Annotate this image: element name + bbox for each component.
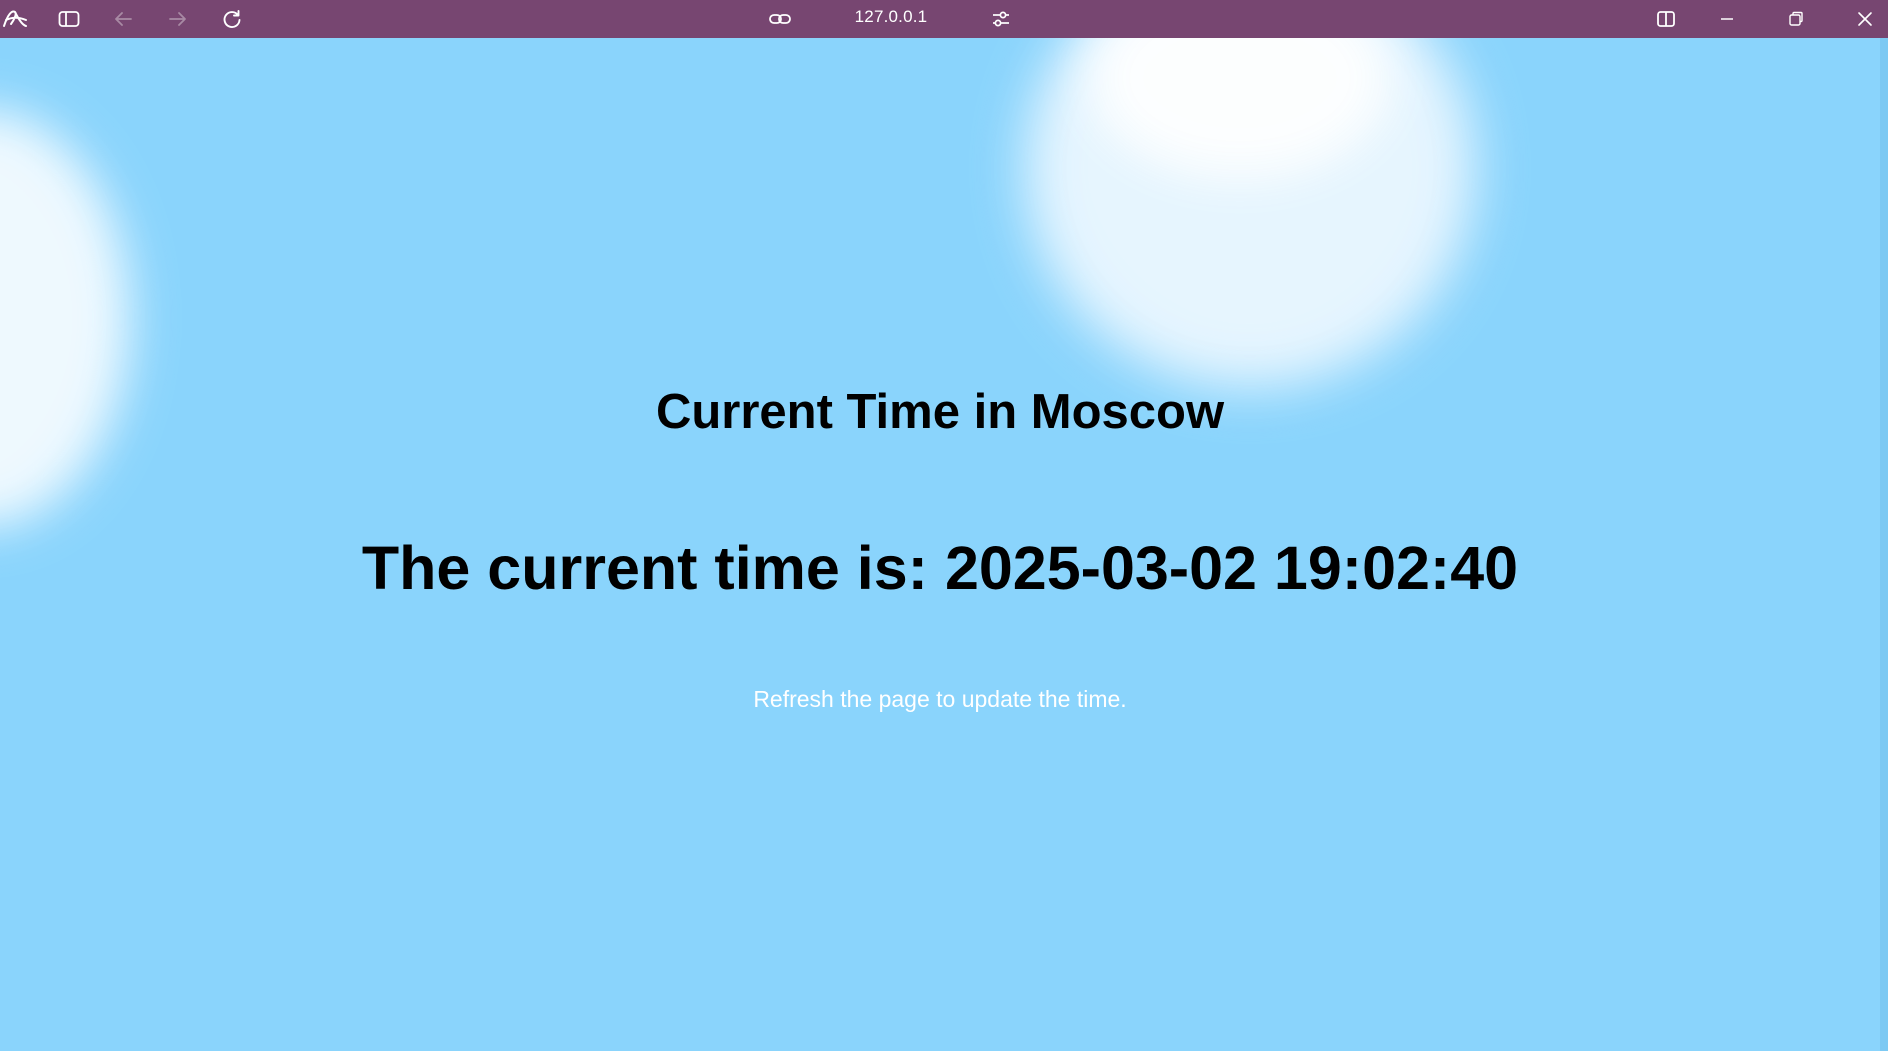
page-content: Current Time in Moscow The current time … [0, 38, 1880, 1051]
sidebar-toggle-icon[interactable] [54, 0, 84, 38]
address-bar[interactable]: 127.0.0.1 [820, 0, 962, 34]
restore-icon[interactable] [1781, 0, 1811, 38]
current-time-line: The current time is: 2025-03-02 19:02:40 [0, 538, 1880, 599]
close-icon[interactable] [1850, 0, 1880, 38]
time-label: The current time is: [361, 534, 928, 602]
sliders-icon[interactable] [986, 0, 1016, 38]
arrow-right-icon[interactable] [163, 0, 193, 38]
browser-titlebar: 127.0.0.1 [0, 0, 1888, 38]
minimize-icon[interactable] [1712, 0, 1742, 38]
arc-logo-icon[interactable] [0, 0, 30, 38]
arrow-left-icon[interactable] [108, 0, 138, 38]
link-icon[interactable] [765, 0, 795, 38]
reload-icon[interactable] [217, 0, 247, 38]
split-view-icon[interactable] [1651, 0, 1681, 38]
refresh-hint: Refresh the page to update the time. [753, 686, 1127, 712]
page-title: Current Time in Moscow [655, 385, 1225, 439]
scrollbar-track[interactable] [1880, 38, 1888, 1051]
page-viewport: Current Time in Moscow The current time … [0, 38, 1888, 1051]
time-value: 2025-03-02 19:02:40 [944, 534, 1519, 602]
